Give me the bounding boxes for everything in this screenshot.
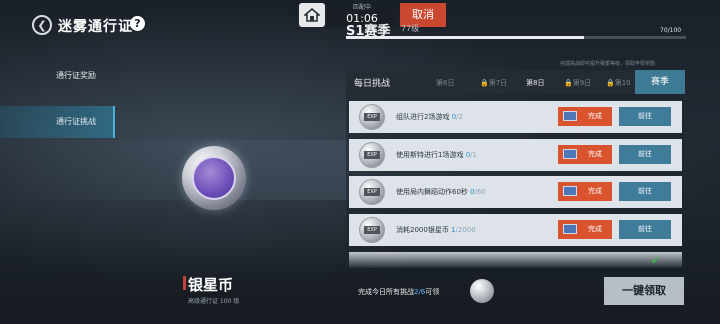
season-hint: 完成挑战即可提升赛季等级，领取丰厚奖励 xyxy=(560,61,656,67)
challenge-row: EXP 使用局内舞蹈动作60秒 0/60 完成 前往 xyxy=(349,176,682,208)
tab-day-8[interactable]: 第8日 xyxy=(526,78,544,88)
challenge-name: 使用局内舞蹈动作60秒 0/60 xyxy=(396,188,486,196)
exp-coin-icon: EXP xyxy=(359,142,385,168)
page-title: 迷雾通行证 xyxy=(58,19,133,35)
exp-coin-icon: EXP xyxy=(359,217,385,243)
back-arrow-icon: ❮ xyxy=(37,18,47,32)
complete-button[interactable]: 完成 xyxy=(558,107,612,126)
tab-day-9[interactable]: 🔒第9日 xyxy=(564,78,591,88)
season-progress-bar xyxy=(346,36,686,39)
claim-all-button[interactable]: 一键领取 xyxy=(604,277,684,305)
challenge-row: EXP 组队进行2场游戏 0/2 完成 前往 xyxy=(349,101,682,133)
go-button[interactable]: 前往 xyxy=(619,220,671,239)
challenge-row: EXP 消耗2000银星币 1/2000 完成 前往 xyxy=(349,214,682,246)
sidebar-item-pass-challenges[interactable]: 通行证挑战 xyxy=(0,106,115,138)
exp-coin-icon: EXP xyxy=(359,104,385,130)
check-icon: ✔ xyxy=(651,254,661,267)
home-icon xyxy=(304,8,320,22)
featured-reward-name: 银星币 xyxy=(188,276,234,294)
challenge-row-partial: ✔ xyxy=(349,252,682,268)
tab-day-10[interactable]: 🔒第10 xyxy=(606,78,631,88)
daily-reward-text: 完成今日所有挑战2/6可领 xyxy=(358,288,440,296)
reward-coin-icon[interactable] xyxy=(470,279,494,303)
challenge-name: 组队进行2场游戏 0/2 xyxy=(396,113,463,121)
tab-daily-challenges[interactable]: 每日挑战 xyxy=(354,76,390,89)
ticket-icon xyxy=(563,224,577,234)
go-button[interactable]: 前往 xyxy=(619,182,671,201)
sidebar-item-pass-rewards[interactable]: 通行证奖励 xyxy=(0,60,115,92)
complete-button[interactable]: 完成 xyxy=(558,182,612,201)
season-level: 77级 xyxy=(401,24,420,33)
season-progress-fill xyxy=(346,36,584,39)
silver-star-coin-icon xyxy=(182,146,246,210)
featured-reward-subtitle: 高级通行证 100 级 xyxy=(188,298,240,305)
back-button[interactable]: ❮ xyxy=(32,15,52,35)
challenge-name: 使用斯特进行1场游戏 0/1 xyxy=(396,151,477,159)
season-progress-text: 70/100 xyxy=(660,27,682,34)
complete-button[interactable]: 完成 xyxy=(558,220,612,239)
challenge-row: EXP 使用斯特进行1场游戏 0/1 完成 前往 xyxy=(349,139,682,171)
ticket-icon xyxy=(563,149,577,159)
tab-day-7[interactable]: 🔒第7日 xyxy=(480,78,507,88)
go-button[interactable]: 前往 xyxy=(619,107,671,126)
home-button[interactable] xyxy=(299,3,325,27)
ticket-icon xyxy=(563,111,577,121)
tab-day-6[interactable]: 第6日 xyxy=(436,78,454,88)
ticket-icon xyxy=(563,186,577,196)
question-icon[interactable]: ? xyxy=(130,16,145,31)
exp-coin-icon: EXP xyxy=(359,179,385,205)
day-tabs: 每日挑战 第6日 🔒第7日 第8日 🔒第9日 🔒第10 赛季 xyxy=(346,70,685,94)
tab-season[interactable]: 赛季 xyxy=(635,70,685,94)
match-status: 匹配中 xyxy=(352,4,371,11)
complete-button[interactable]: 完成 xyxy=(558,145,612,164)
coin-emblem xyxy=(192,156,236,200)
challenge-name: 消耗2000银星币 1/2000 xyxy=(396,226,476,234)
coin-name-accent xyxy=(183,276,186,290)
go-button[interactable]: 前往 xyxy=(619,145,671,164)
